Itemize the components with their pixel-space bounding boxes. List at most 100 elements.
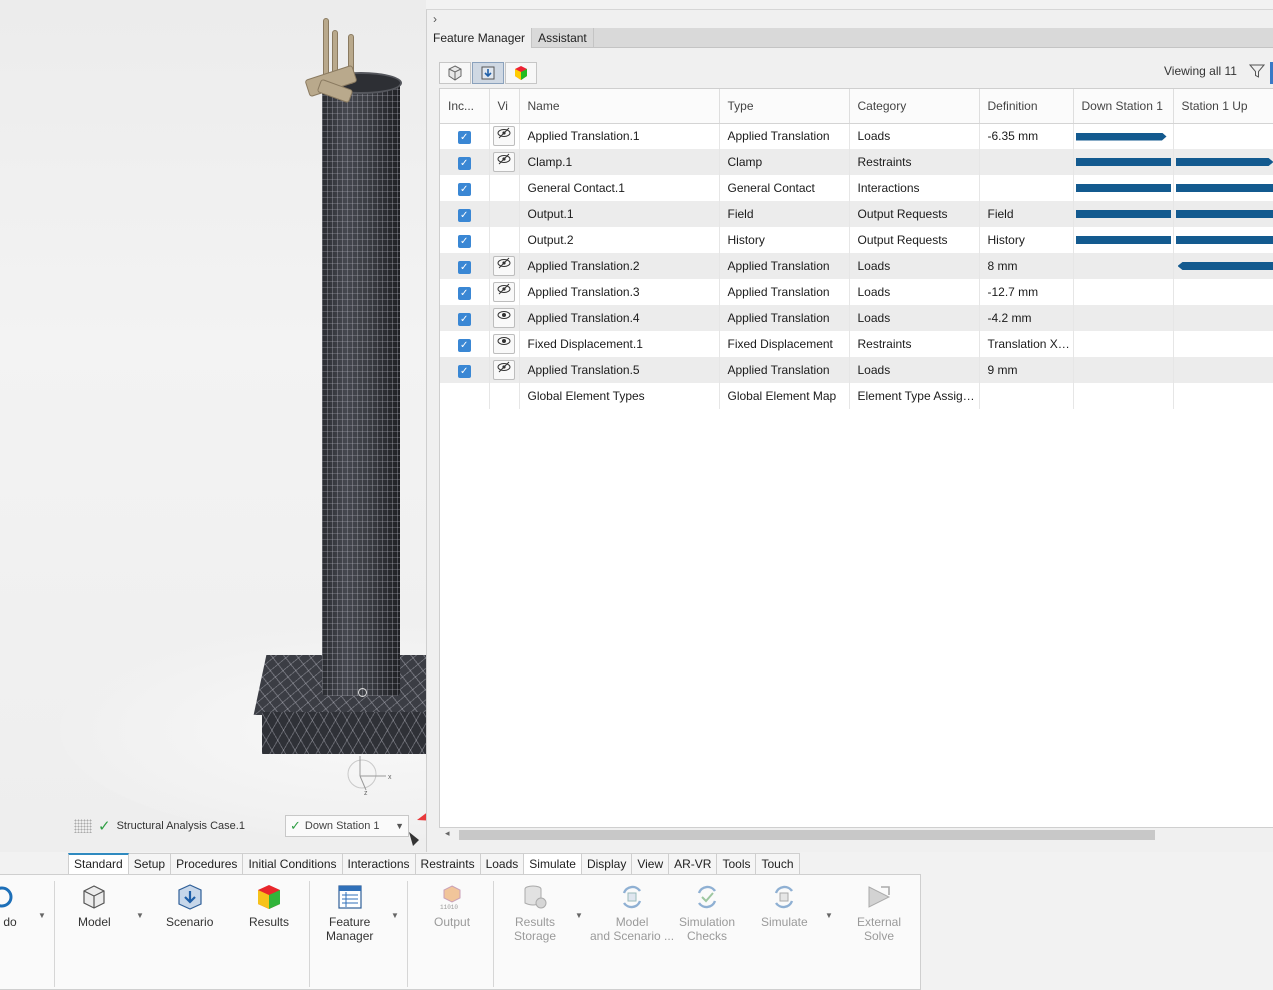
table-row[interactable]: ✓ Applied Translation.3 Applied Translatio…	[440, 279, 1273, 305]
cell-station-1-up[interactable]	[1173, 305, 1273, 331]
scroll-left-icon[interactable]: ◂	[445, 828, 450, 839]
cell-station-1-up[interactable]	[1173, 123, 1273, 149]
table-row[interactable]: Global Element Types Global Element Map El…	[440, 383, 1273, 409]
cell-visibility[interactable]	[489, 227, 520, 253]
table-row[interactable]: ✓ General Contact.1 General Contact Interac…	[440, 175, 1273, 201]
cell-visibility[interactable]	[489, 357, 520, 383]
cell-down-station-1[interactable]	[1073, 227, 1174, 253]
3d-viewport[interactable]: x z ✓ Structural Analysis Case.1 ✓ Down …	[0, 0, 426, 852]
tab-loads[interactable]: Loads	[480, 853, 525, 875]
table-row[interactable]: ✓ Output.2 History Output Requests History	[440, 227, 1273, 253]
cell-included[interactable]: ✓	[440, 175, 490, 201]
eye-slash-icon[interactable]	[493, 282, 515, 302]
tab-procedures[interactable]: Procedures	[171, 853, 244, 875]
scenario-button[interactable]: Scenario	[166, 883, 213, 929]
checkbox[interactable]: ✓	[457, 208, 471, 222]
checkbox[interactable]: ✓	[457, 286, 471, 300]
checkbox[interactable]: ✓	[457, 364, 471, 378]
checkbox[interactable]: ✓	[457, 312, 471, 326]
undo-partial-button[interactable]: do	[0, 883, 24, 929]
cell-station-1-up[interactable]	[1173, 383, 1273, 409]
results-view-button[interactable]	[505, 62, 537, 84]
table-row[interactable]: ✓ Applied Translation.1 Applied Translatio…	[440, 123, 1273, 149]
cell-visibility[interactable]	[489, 175, 520, 201]
cell-visibility[interactable]	[489, 305, 520, 331]
cell-down-station-1[interactable]	[1073, 175, 1174, 201]
analysis-case-indicator[interactable]: ✓ Structural Analysis Case.1	[74, 816, 245, 836]
cell-down-station-1[interactable]	[1073, 123, 1174, 149]
cell-included[interactable]: ✓	[440, 279, 490, 305]
cell-down-station-1[interactable]	[1073, 383, 1174, 409]
chevron-down-icon[interactable]: ▼	[575, 911, 583, 920]
tab-feature-manager[interactable]: Feature Manager	[427, 28, 533, 48]
cell-included[interactable]: ✓	[440, 253, 490, 279]
cell-down-station-1[interactable]	[1073, 357, 1174, 383]
col-header-station-1-up[interactable]: Station 1 Up	[1173, 89, 1273, 124]
col-header-type[interactable]: Type	[719, 89, 850, 124]
cell-visibility[interactable]	[489, 149, 520, 175]
chevron-down-icon[interactable]: ▼	[825, 911, 833, 920]
col-header-down-station-1[interactable]: Down Station 1	[1073, 89, 1174, 124]
cell-down-station-1[interactable]	[1073, 149, 1174, 175]
cell-station-1-up[interactable]	[1173, 357, 1273, 383]
checkbox[interactable]: ✓	[457, 156, 471, 170]
results-button[interactable]: Results	[249, 883, 289, 929]
cell-down-station-1[interactable]	[1073, 279, 1174, 305]
eye-slash-icon[interactable]	[493, 360, 515, 380]
scrollbar-thumb[interactable]	[459, 830, 1155, 840]
col-header-visibility[interactable]: Vi	[489, 89, 520, 124]
tab-display[interactable]: Display	[581, 853, 633, 875]
cell-station-1-up[interactable]	[1173, 227, 1273, 253]
cell-down-station-1[interactable]	[1073, 201, 1174, 227]
cell-included[interactable]	[440, 383, 490, 409]
filter-icon[interactable]	[1249, 63, 1265, 79]
table-row[interactable]: ✓ Applied Translation.4 Applied Translatio…	[440, 305, 1273, 331]
simulate-button[interactable]: Simulate	[761, 883, 808, 929]
cell-included[interactable]: ✓	[440, 357, 490, 383]
checkbox[interactable]: ✓	[457, 338, 471, 352]
checkbox[interactable]: ✓	[457, 182, 471, 196]
tab-restraints[interactable]: Restraints	[415, 853, 481, 875]
col-header-category[interactable]: Category	[849, 89, 980, 124]
cell-included[interactable]: ✓	[440, 227, 490, 253]
cell-included[interactable]: ✓	[440, 305, 490, 331]
cell-visibility[interactable]	[489, 279, 520, 305]
cell-station-1-up[interactable]	[1173, 279, 1273, 305]
cell-station-1-up[interactable]	[1173, 201, 1273, 227]
model-button[interactable]: Model	[78, 883, 111, 929]
tab-tools[interactable]: Tools	[717, 853, 757, 875]
tab-interactions[interactable]: Interactions	[342, 853, 416, 875]
cell-visibility[interactable]	[489, 331, 520, 357]
tab-touch[interactable]: Touch	[756, 853, 800, 875]
cell-included[interactable]: ✓	[440, 201, 490, 227]
cell-included[interactable]: ✓	[440, 331, 490, 357]
cell-station-1-up[interactable]	[1173, 149, 1273, 175]
tower-mesh[interactable]	[322, 80, 400, 696]
table-row[interactable]: ✓ Clamp.1 Clamp Restraints	[440, 149, 1273, 175]
cell-visibility[interactable]	[489, 123, 520, 149]
table-row[interactable]: ✓ Applied Translation.2 Applied Translatio…	[440, 253, 1273, 279]
table-row[interactable]: ✓ Applied Translation.5 Applied Translatio…	[440, 357, 1273, 383]
cell-included[interactable]: ✓	[440, 149, 490, 175]
tab-view[interactable]: View	[632, 853, 670, 875]
cell-down-station-1[interactable]	[1073, 253, 1174, 279]
chevron-right-icon[interactable]: ›	[433, 12, 437, 26]
horizontal-scrollbar[interactable]: ◂	[439, 828, 1273, 842]
eye-slash-icon[interactable]	[493, 152, 515, 172]
external-solve-button[interactable]: External Solve	[857, 883, 901, 943]
cell-down-station-1[interactable]	[1073, 331, 1174, 357]
chevron-down-icon[interactable]: ▼	[136, 911, 144, 920]
cell-down-station-1[interactable]	[1073, 305, 1174, 331]
model-view-button[interactable]	[439, 62, 471, 84]
eye-icon[interactable]	[493, 308, 515, 328]
tab-setup[interactable]: Setup	[128, 853, 172, 875]
table-row[interactable]: ✓ Fixed Displacement.1 Fixed Displacement R…	[440, 331, 1273, 357]
col-header-name[interactable]: Name	[519, 89, 720, 124]
tab-assistant[interactable]: Assistant	[532, 28, 594, 48]
scenario-dropdown[interactable]: ✓ Down Station 1 ▼	[285, 815, 409, 837]
cell-visibility[interactable]	[489, 253, 520, 279]
simulation-checks-button[interactable]: Simulation Checks	[679, 883, 735, 943]
output-button[interactable]: 11010 Output	[434, 883, 470, 929]
tab-standard[interactable]: Standard	[68, 853, 129, 875]
tab-ar-vr[interactable]: AR-VR	[669, 853, 718, 875]
